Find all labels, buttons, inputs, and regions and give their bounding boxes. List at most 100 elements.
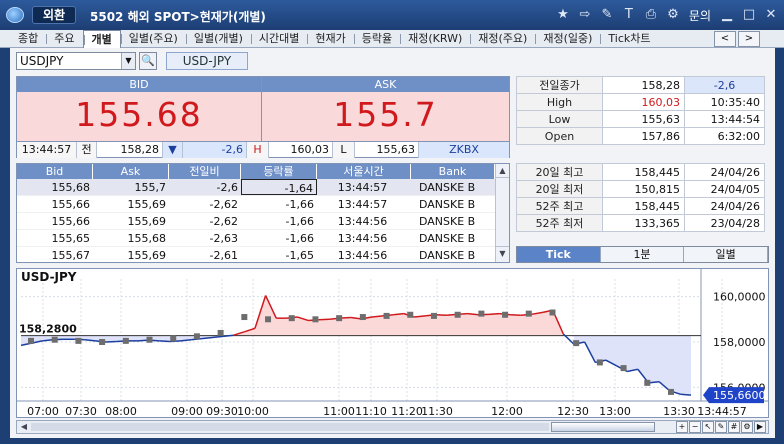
range-table: 20일 최고 158,445 24/04/26 20일 최저 150,815 24/04/… — [516, 163, 765, 232]
search-icon[interactable]: 🔍 — [139, 52, 157, 70]
config-icon[interactable]: ⚙ — [741, 421, 753, 433]
period-button-2[interactable]: 일별 — [684, 247, 769, 262]
tick-marker — [217, 329, 224, 336]
chevron-down-icon[interactable]: ▼ — [121, 53, 135, 69]
tick-marker — [99, 339, 106, 345]
table-row[interactable]: 155,66 155,69 -2,62 -1,66 13:44:56 DANSKE B — [17, 213, 509, 230]
tick-cell: -1,66 — [285, 215, 314, 228]
tool-icon[interactable]: ✎ — [598, 6, 616, 24]
tab-5[interactable]: 시간대별 — [250, 30, 307, 48]
tick-header[interactable]: 전일비 — [169, 164, 241, 179]
table-row[interactable]: 155,67 155,69 -2,61 -1,65 13:44:56 DANSKE B — [17, 247, 509, 264]
help-button[interactable]: 문의 — [689, 7, 711, 24]
chart-scrollbar[interactable]: ◀ + − ↖ ✎ # ⚙ ▶ — [16, 420, 769, 434]
tick-marker — [241, 314, 248, 321]
right-scroll-icon[interactable]: ▶ — [754, 421, 766, 433]
tab-2[interactable]: 개별 — [82, 30, 121, 48]
tick-marker — [644, 379, 651, 386]
close-icon[interactable]: ✕ — [762, 6, 780, 24]
cursor-icon[interactable]: ↖ — [702, 421, 714, 433]
zoom-in-icon[interactable]: + — [676, 421, 688, 433]
tick-grid-scrollbar[interactable]: ▲ ▼ — [495, 164, 509, 262]
range-value: 158,445 — [602, 197, 685, 215]
tab-1[interactable]: 주요 — [46, 30, 82, 48]
bid-header: BID — [17, 77, 261, 92]
window-titlebar: 외환 5502 해외 SPOT>현재가(개별) ★ ⇨ ✎ T ⎙ ⚙ 문의 ▁… — [0, 0, 784, 30]
tab-next-button[interactable]: > — [738, 31, 760, 47]
tick-cell: 13:44:57 — [337, 181, 388, 194]
tick-marker — [549, 309, 556, 316]
text-icon[interactable]: T — [620, 6, 638, 24]
tab-9[interactable]: 재정(주요) — [470, 30, 535, 48]
tab-10[interactable]: 재정(일중) — [535, 30, 600, 48]
summary-extra: 10:35:40 — [684, 93, 765, 111]
period-button-1[interactable]: 1분 — [600, 247, 685, 262]
tick-marker — [122, 337, 129, 344]
tab-8[interactable]: 재정(KRW) — [400, 30, 470, 48]
price-line-segment — [488, 312, 500, 316]
price-line-segment — [159, 340, 170, 343]
tick-marker — [312, 316, 319, 323]
tick-header[interactable]: Bid — [17, 164, 93, 179]
x-tick-label: 07:30 — [65, 405, 97, 417]
tick-cell: 155,66 — [51, 198, 91, 211]
table-row[interactable]: 155,68 155,7 -2,6 -1,64 13:44:57 DANSKE B — [17, 179, 509, 196]
chart-svg: USD-JPY158,2800156,0000158,0000160,00001… — [17, 269, 768, 417]
tick-cell: -1,66 — [285, 198, 314, 211]
tab-prev-button[interactable]: < — [714, 31, 736, 47]
tick-cell: 13:44:57 — [337, 198, 388, 211]
tick-header[interactable]: 등락률 — [241, 164, 317, 179]
scroll-left-icon[interactable]: ◀ — [17, 421, 31, 433]
tick-header[interactable]: Bank — [411, 164, 495, 179]
tab-6[interactable]: 현재가 — [307, 30, 353, 48]
export-icon[interactable]: ⇨ — [576, 6, 594, 24]
chart-title: USD-JPY — [21, 270, 77, 284]
ask-price: 155.7 — [333, 95, 438, 134]
range-date: 24/04/26 — [684, 163, 765, 181]
down-area — [574, 335, 691, 396]
minimize-icon[interactable]: ▁ — [718, 6, 736, 24]
tick-cell: 13:44:56 — [337, 232, 388, 245]
tick-marker — [288, 315, 295, 322]
scroll-up-icon[interactable]: ▲ — [496, 164, 509, 178]
summary-label: High — [516, 93, 603, 111]
tab-4[interactable]: 일별(개별) — [185, 30, 251, 48]
tick-marker — [170, 335, 177, 342]
scroll-thumb[interactable] — [551, 422, 655, 432]
tab-11[interactable]: Tick차트 — [600, 30, 658, 48]
y-tick-label: 160,0000 — [713, 291, 766, 304]
scroll-down-icon[interactable]: ▼ — [496, 246, 509, 260]
tick-cell: DANSKE B — [419, 198, 476, 211]
grid-icon[interactable]: # — [728, 421, 740, 433]
tick-cell: -2,61 — [209, 249, 238, 262]
tick-cell: 155,68 — [127, 232, 167, 245]
tab-7[interactable]: 등락율 — [353, 30, 400, 48]
table-row[interactable]: 155,65 155,68 -2,63 -1,66 13:44:56 DANSKE B — [17, 230, 509, 247]
period-button-0[interactable]: Tick — [517, 247, 601, 262]
range-row: 20일 최고 158,445 24/04/26 — [516, 163, 765, 181]
star-icon[interactable]: ★ — [554, 6, 572, 24]
tick-header[interactable]: Ask — [93, 164, 169, 179]
range-label: 52주 최저 — [516, 214, 603, 232]
tab-0[interactable]: 종합 — [10, 30, 46, 48]
table-row[interactable]: 155,66 155,69 -2,62 -1,66 13:44:57 DANSKE B — [17, 196, 509, 213]
tick-marker — [454, 311, 461, 318]
settings-icon[interactable]: ⚙ — [664, 6, 682, 24]
symbol-select[interactable]: USDJPY ▼ — [16, 52, 136, 70]
print-icon[interactable]: ⎙ — [642, 6, 660, 24]
summary-value: 160,03 — [602, 93, 685, 111]
range-label: 20일 최고 — [516, 163, 603, 181]
screen-badge: 외환 — [32, 6, 77, 24]
maximize-icon[interactable]: □ — [740, 6, 758, 24]
price-chart[interactable]: USD-JPY158,2800156,0000158,0000160,00001… — [16, 268, 769, 418]
tick-marker — [620, 365, 627, 372]
prev-close: 158,28 — [97, 142, 163, 158]
scroll-track[interactable] — [31, 423, 549, 431]
tick-marker — [525, 310, 532, 317]
tab-3[interactable]: 일별(주요) — [120, 30, 186, 48]
range-value: 158,445 — [602, 163, 685, 181]
pen-icon[interactable]: ✎ — [715, 421, 727, 433]
tick-header[interactable]: 서울시간 — [317, 164, 411, 179]
zoom-out-icon[interactable]: − — [689, 421, 701, 433]
tick-cell: 155,65 — [51, 232, 91, 245]
